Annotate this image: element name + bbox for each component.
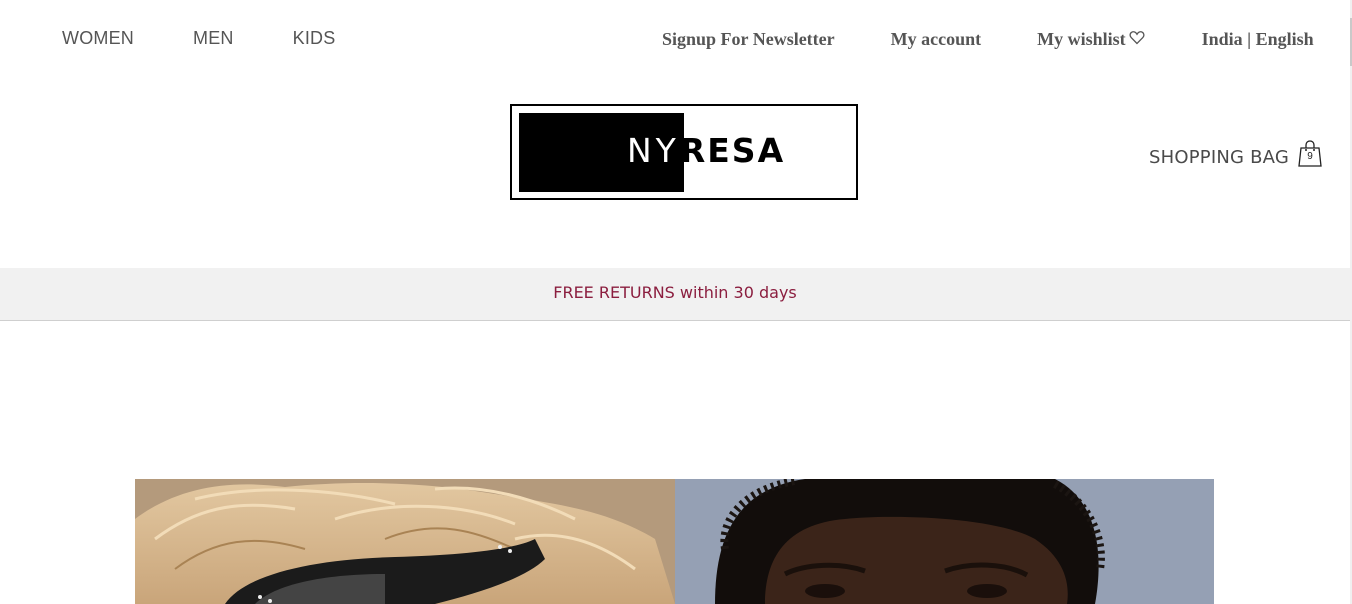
nav-men-link[interactable]: MEN xyxy=(193,28,234,49)
newsletter-signup-link[interactable]: Signup For Newsletter xyxy=(662,29,835,50)
hero-image-men[interactable] xyxy=(675,479,1214,604)
shopping-bag-icon: 9 xyxy=(1298,140,1322,167)
heart-icon xyxy=(1129,31,1145,45)
promo-text[interactable]: FREE RETURNS within 30 days xyxy=(553,283,797,302)
logo-part-ny: NY xyxy=(627,131,680,170)
main-nav: WOMEN MEN KIDS xyxy=(62,28,335,49)
my-account-link[interactable]: My account xyxy=(891,29,981,50)
site-logo[interactable]: NYRESA xyxy=(510,104,858,200)
shopping-bag-button[interactable]: SHOPPING BAG 9 xyxy=(1149,140,1322,168)
bag-item-count: 9 xyxy=(1307,151,1313,162)
logo-wordmark: NYRESA xyxy=(627,132,785,170)
man-portrait-illustration xyxy=(675,479,1214,604)
promo-banner: FREE RETURNS within 30 days xyxy=(0,268,1350,321)
woman-sunglasses-illustration xyxy=(135,479,675,604)
shopping-bag-label: SHOPPING BAG xyxy=(1149,147,1289,168)
nav-kids-link[interactable]: KIDS xyxy=(293,28,336,49)
wishlist-label: My wishlist xyxy=(1037,29,1126,49)
utility-nav: Signup For Newsletter My account My wish… xyxy=(662,29,1314,50)
hero-image-women[interactable] xyxy=(135,479,675,604)
logo-part-resa: RESA xyxy=(679,131,786,170)
locale-selector[interactable]: India | English xyxy=(1202,29,1314,50)
my-wishlist-link[interactable]: My wishlist xyxy=(1037,29,1145,50)
nav-women-link[interactable]: WOMEN xyxy=(62,28,134,49)
